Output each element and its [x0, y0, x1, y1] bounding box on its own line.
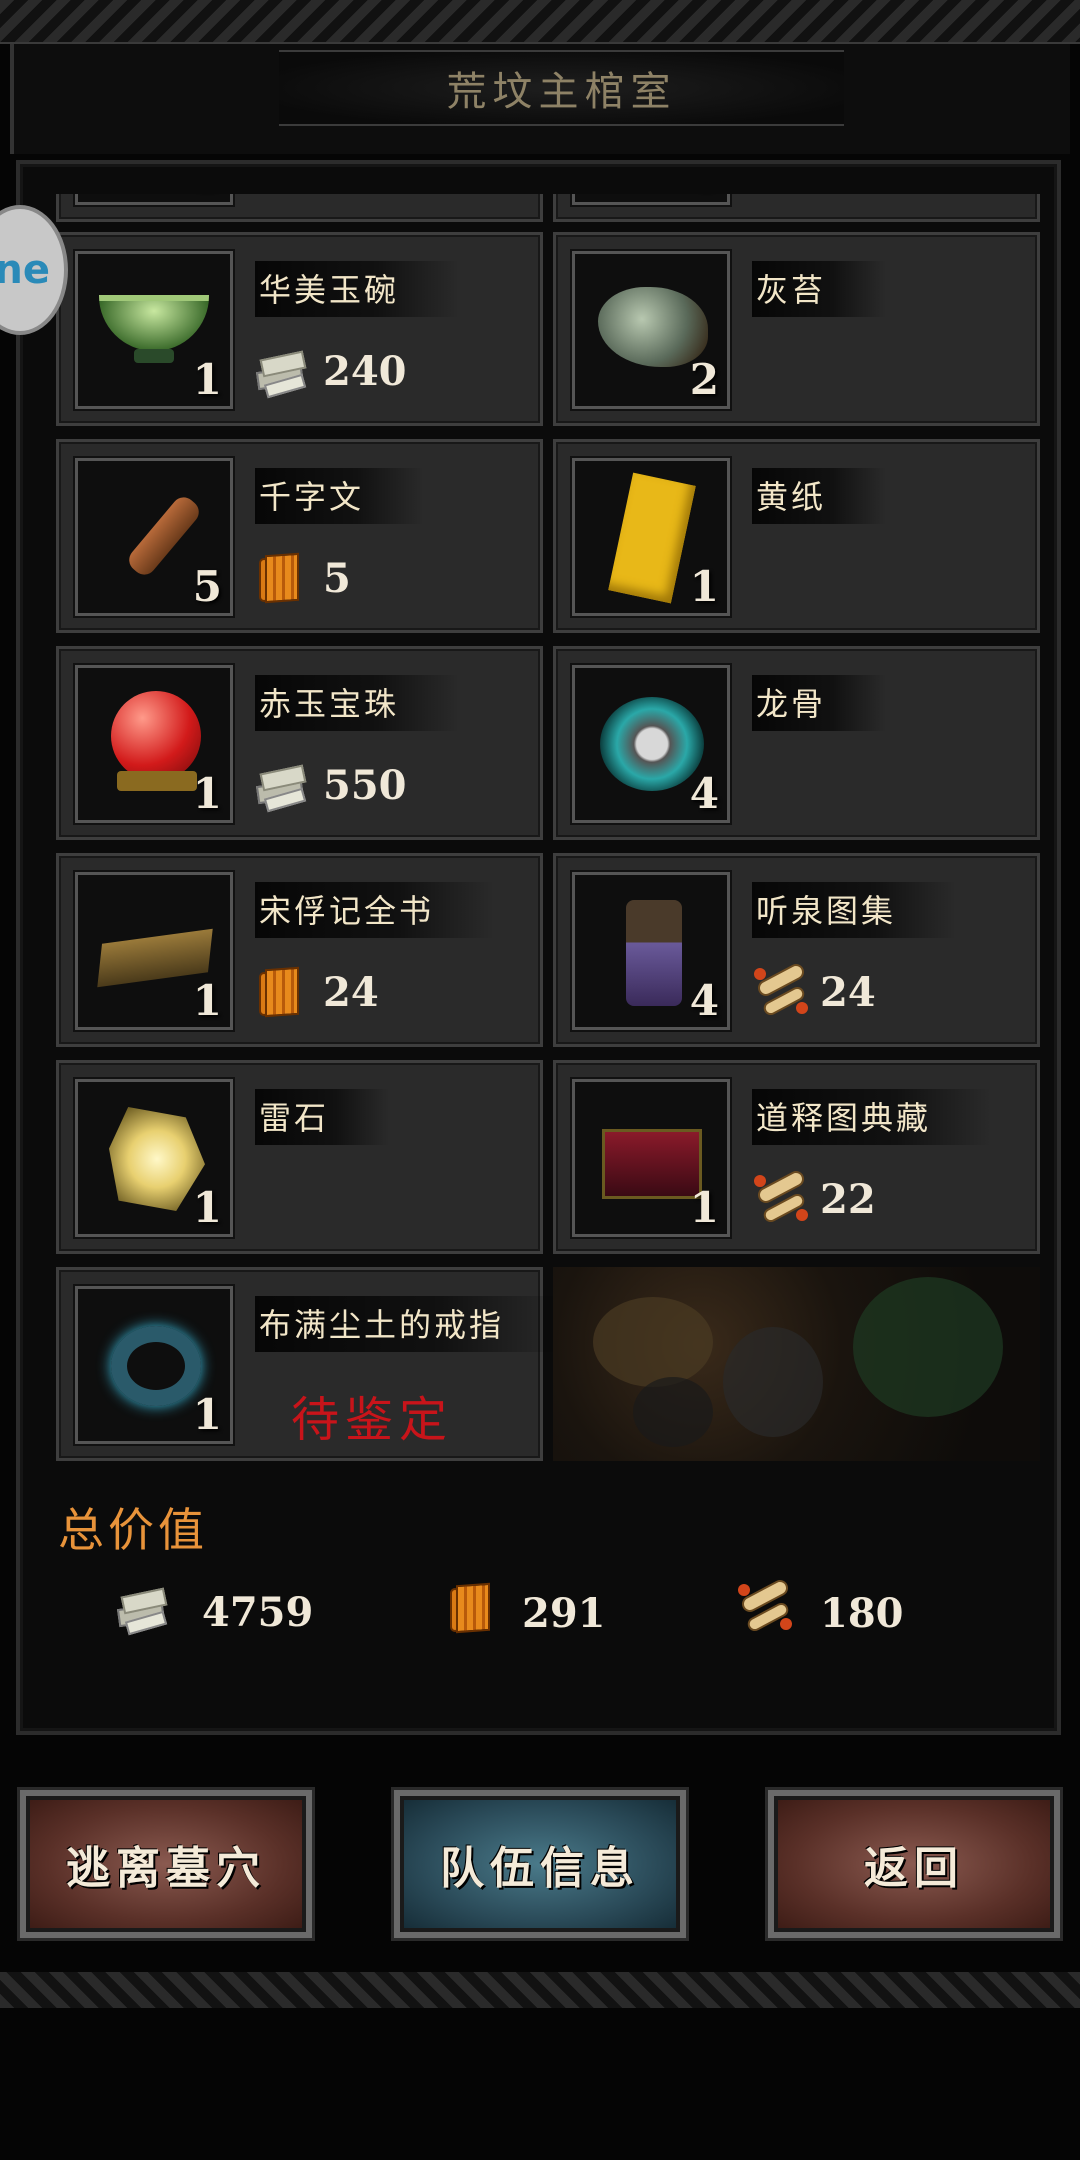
- bust-currency-icon: [255, 552, 313, 604]
- item-value: 22: [752, 1168, 876, 1225]
- item-quantity: 4: [689, 976, 719, 1025]
- title-plate: 荒坟主棺室: [279, 50, 844, 126]
- loot-item[interactable]: 1 赤玉宝珠 550: [56, 646, 543, 840]
- portrait-currency-icon: [752, 1168, 810, 1225]
- jade-bowl-icon: 1: [75, 251, 233, 409]
- item-quantity: 6: [690, 194, 719, 200]
- item-name: 黄纸: [752, 468, 887, 524]
- loot-item-partial-right[interactable]: 6 6: [553, 194, 1040, 222]
- item-value: 24: [255, 966, 379, 1018]
- item-value: 240: [255, 345, 407, 399]
- item-name: 龙骨: [752, 675, 887, 731]
- item-quantity: 1: [689, 1183, 719, 1232]
- red-jade-pearl-icon: 1: [75, 665, 233, 823]
- total-value-label: 总价值: [58, 1503, 208, 1557]
- yellow-paper-icon: 1: [572, 458, 730, 616]
- loot-row: 1 宋俘记全书 24 4 听泉图集 24: [56, 853, 1041, 1047]
- title-bar: 荒坟主棺室: [10, 44, 1070, 154]
- loot-item[interactable]: 4 听泉图集 24: [553, 853, 1040, 1047]
- item-value: 550: [255, 759, 407, 813]
- loot-item-partial-left[interactable]: 3 110: [56, 194, 543, 222]
- treasure-pile-art: [553, 1267, 1040, 1461]
- scroll-roll-icon: 5: [75, 458, 233, 616]
- loot-item[interactable]: 1 道释图典藏 22: [553, 1060, 1040, 1254]
- item-quantity: 1: [192, 355, 222, 404]
- gold-currency-icon: [255, 759, 313, 813]
- loot-item[interactable]: 2 灰苔: [553, 232, 1040, 426]
- loot-list[interactable]: 3 110 6 6 1: [56, 194, 1041, 1494]
- dusty-ring-icon: 1: [75, 1286, 233, 1444]
- loot-item[interactable]: 1 华美玉碗 240: [56, 232, 543, 426]
- item-quantity: 2: [689, 355, 719, 404]
- gold-currency-icon: [255, 345, 313, 399]
- bust-currency-icon: [446, 1582, 508, 1644]
- item-icon-frame: 3: [75, 194, 233, 205]
- item-quantity: 1: [192, 1183, 222, 1232]
- total-gold: 4759: [116, 1582, 313, 1642]
- loot-row: 1 布满尘土的戒指 待鉴定: [56, 1267, 1041, 1461]
- item-name: 布满尘土的戒指: [255, 1296, 565, 1352]
- party-info-button[interactable]: 队伍信息: [394, 1790, 686, 1938]
- item-name: 灰苔: [752, 261, 887, 317]
- loot-row: 5 千字文 5 1 黄纸: [56, 439, 1041, 633]
- item-quantity: 1: [192, 976, 222, 1025]
- unidentified-status: 待鉴定: [291, 1392, 454, 1448]
- item-quantity: 5: [192, 562, 222, 611]
- thunder-stone-icon: 1: [75, 1079, 233, 1237]
- item-name: 听泉图集: [752, 882, 957, 938]
- loot-row: 1 华美玉碗 240 2 灰苔: [56, 232, 1041, 426]
- loot-panel: 3 110 6 6 1: [16, 160, 1061, 1735]
- loot-item[interactable]: 4 龙骨: [553, 646, 1040, 840]
- loot-row: 1 雷石 1 道释图典藏 22: [56, 1060, 1041, 1254]
- loot-item[interactable]: 1 雷石: [56, 1060, 543, 1254]
- bottom-ornament-border: [0, 1972, 1080, 2008]
- item-quantity: 1: [192, 1390, 222, 1439]
- loot-item[interactable]: 1 宋俘记全书 24: [56, 853, 543, 1047]
- portrait-currency-icon: [752, 961, 810, 1018]
- loot-row-partial: 3 110 6 6: [56, 194, 1041, 222]
- item-quantity: 3: [193, 194, 222, 200]
- item-value: 24: [752, 961, 876, 1018]
- item-quantity: 1: [192, 769, 222, 818]
- total-value-section: 总价值 4759 291 180: [56, 1494, 1041, 1694]
- scroll-quiver-icon: 4: [572, 872, 730, 1030]
- item-name: 千字文: [255, 468, 425, 524]
- loot-item[interactable]: 5 千字文 5: [56, 439, 543, 633]
- treasure-chest-icon: 1: [572, 1079, 730, 1237]
- item-name: 雷石: [255, 1089, 390, 1145]
- gold-currency-icon: [116, 1582, 188, 1642]
- total-portrait: 180: [736, 1577, 904, 1644]
- room-title: 荒坟主棺室: [446, 69, 677, 115]
- total-bust: 291: [446, 1582, 606, 1644]
- loot-item[interactable]: 1 布满尘土的戒指 待鉴定: [56, 1267, 565, 1461]
- dragon-bone-icon: 4: [572, 665, 730, 823]
- item-quantity: 4: [689, 769, 719, 818]
- bust-currency-icon: [255, 966, 313, 1018]
- item-name: 赤玉宝珠: [255, 675, 460, 731]
- item-name: 道释图典藏: [752, 1089, 992, 1145]
- portrait-currency-icon: [736, 1577, 806, 1644]
- book-set-icon: 1: [75, 872, 233, 1030]
- item-name: 宋俘记全书: [255, 882, 495, 938]
- item-icon-frame: 6: [572, 194, 730, 205]
- grey-moss-icon: 2: [572, 251, 730, 409]
- item-name: 华美玉碗: [255, 261, 460, 317]
- back-button[interactable]: 返回: [768, 1790, 1060, 1938]
- item-value: 5: [255, 552, 351, 604]
- loot-item[interactable]: 1 黄纸: [553, 439, 1040, 633]
- item-quantity: 1: [689, 562, 719, 611]
- escape-tomb-button[interactable]: 逃离墓穴: [20, 1790, 312, 1938]
- loot-row: 1 赤玉宝珠 550 4 龙骨: [56, 646, 1041, 840]
- top-ornament-border: [0, 0, 1080, 44]
